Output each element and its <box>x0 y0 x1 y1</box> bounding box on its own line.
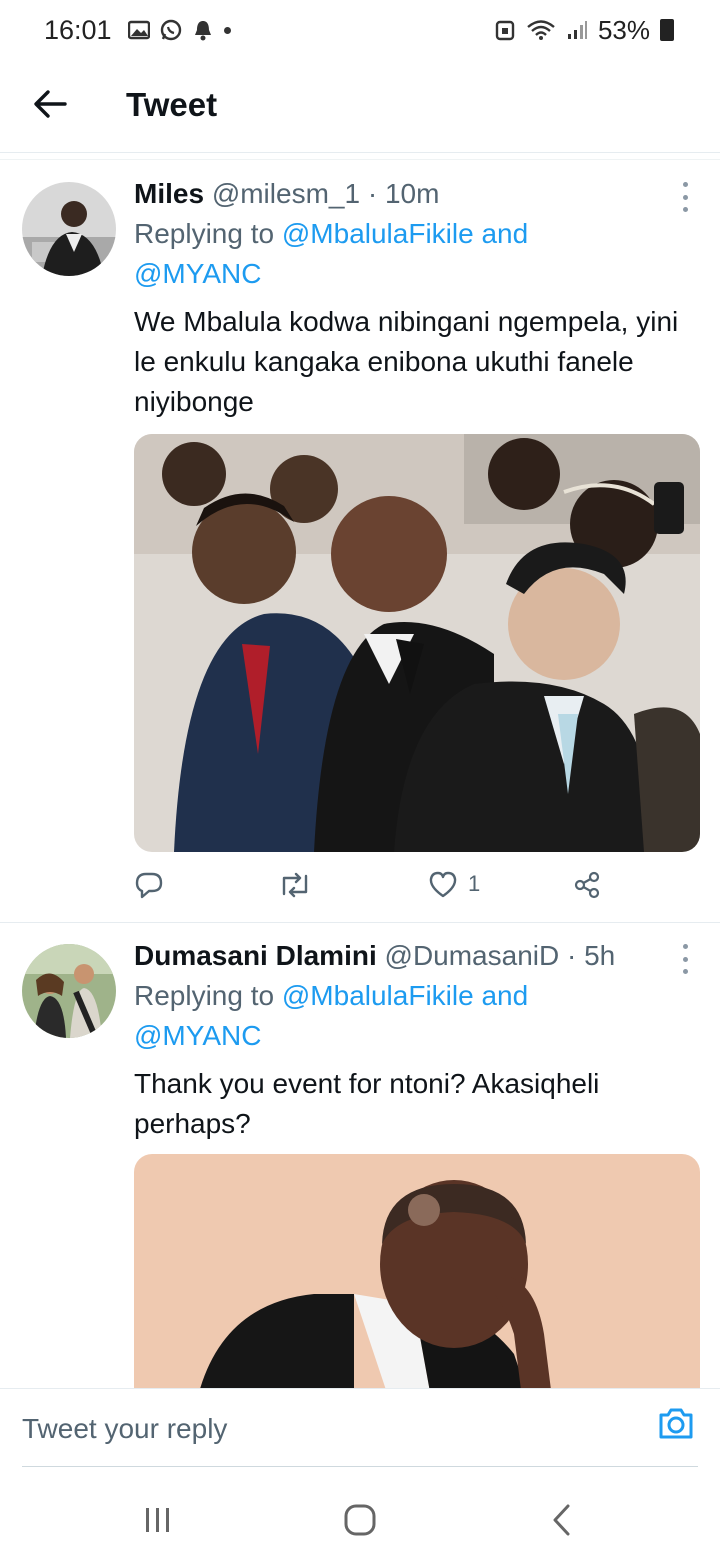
recent-apps-button[interactable] <box>138 1500 178 1540</box>
display-name[interactable]: Miles <box>134 178 204 209</box>
status-bar: 16:01 53% <box>0 0 720 60</box>
camera-icon <box>659 1408 693 1439</box>
user-handle[interactable]: @milesm_1 <box>212 178 360 209</box>
lock-icon <box>494 19 516 41</box>
reply-button[interactable] <box>134 870 164 900</box>
replying-to: Replying to @MbalulaFikile and @MYANC <box>134 976 700 1056</box>
tweet-image[interactable] <box>134 434 700 852</box>
status-time: 16:01 <box>44 14 112 45</box>
tweet-text: We Mbalula kodwa nibingani ngempela, yin… <box>134 306 679 417</box>
wifi-icon <box>526 19 556 41</box>
status-bar-right: 53% <box>494 15 674 46</box>
share-icon <box>574 871 600 899</box>
tweet-text: Thank you event for ntoni? Akasiqheli pe… <box>134 1068 600 1139</box>
arrow-left-icon <box>34 90 67 118</box>
retweet-icon <box>282 872 308 898</box>
gallery-icon <box>127 19 150 41</box>
tweet-divider <box>0 922 720 923</box>
retweet-button[interactable] <box>278 870 312 900</box>
mention-link[interactable]: @MbalulaFikile <box>282 218 474 249</box>
separator: · <box>567 940 577 971</box>
signal-icon <box>566 19 588 41</box>
avatar[interactable] <box>22 182 116 276</box>
back-button[interactable] <box>30 84 70 124</box>
tweet-item[interactable]: Miles @milesm_1 · 10m Replying to @Mbalu… <box>0 170 720 922</box>
replying-prefix: Replying to <box>134 980 275 1011</box>
bell-icon <box>192 19 214 41</box>
mention-link[interactable]: @MbalulaFikile <box>282 980 474 1011</box>
camera-button[interactable] <box>656 1403 696 1443</box>
recent-apps-icon <box>146 1508 169 1532</box>
tweet-content: Miles @milesm_1 · 10m Replying to @Mbalu… <box>134 176 700 422</box>
tweet-time: 5h <box>584 940 616 971</box>
header-divider <box>0 159 720 160</box>
top-app-bar: Tweet <box>0 62 720 152</box>
tweet-meta: Miles @milesm_1 · 10m <box>134 176 700 212</box>
user-handle[interactable]: @DumasaniD <box>385 940 560 971</box>
status-bar-left: 16:01 <box>44 15 231 46</box>
dot-icon <box>223 26 231 34</box>
separator: · <box>367 178 378 209</box>
whatsapp-icon <box>160 19 182 41</box>
chevron-left-icon <box>553 1504 570 1536</box>
replying-to: Replying to @MbalulaFikile and @MYANC <box>134 214 700 294</box>
header-divider <box>0 152 720 153</box>
reply-bar <box>0 1388 720 1468</box>
mention-link[interactable]: @MYANC <box>134 258 261 289</box>
tweet-actions: 1 <box>134 870 614 904</box>
reply-input[interactable] <box>22 1411 622 1447</box>
share-button[interactable] <box>572 870 602 900</box>
system-nav-bar <box>0 1480 720 1560</box>
mention-and[interactable]: and <box>481 980 528 1011</box>
comment-icon <box>135 872 163 899</box>
back-nav-button[interactable] <box>542 1500 582 1540</box>
battery-icon <box>660 19 674 41</box>
mention-link[interactable]: @MYANC <box>134 1020 261 1051</box>
tweet-item[interactable]: Dumasani Dlamini @DumasaniD · 5h Replyin… <box>0 932 720 1388</box>
heart-icon <box>429 871 457 898</box>
tweet-time: 10m <box>384 178 440 209</box>
page-title: Tweet <box>126 86 218 123</box>
like-count: 1 <box>468 871 481 896</box>
tweet-content: Dumasani Dlamini @DumasaniD · 5h Replyin… <box>134 938 700 1144</box>
like-button[interactable]: 1 <box>428 870 480 898</box>
mention-and[interactable]: and <box>481 218 528 249</box>
battery-percent: 53% <box>597 14 650 45</box>
home-button[interactable] <box>340 1500 380 1540</box>
avatar[interactable] <box>22 944 116 1038</box>
tweet-image[interactable] <box>134 1154 700 1388</box>
tweet-meta: Dumasani Dlamini @DumasaniD · 5h <box>134 938 700 974</box>
reply-input-underline <box>22 1466 698 1467</box>
home-icon <box>344 1504 376 1536</box>
replying-prefix: Replying to <box>134 218 275 249</box>
display-name[interactable]: Dumasani Dlamini <box>134 940 377 971</box>
